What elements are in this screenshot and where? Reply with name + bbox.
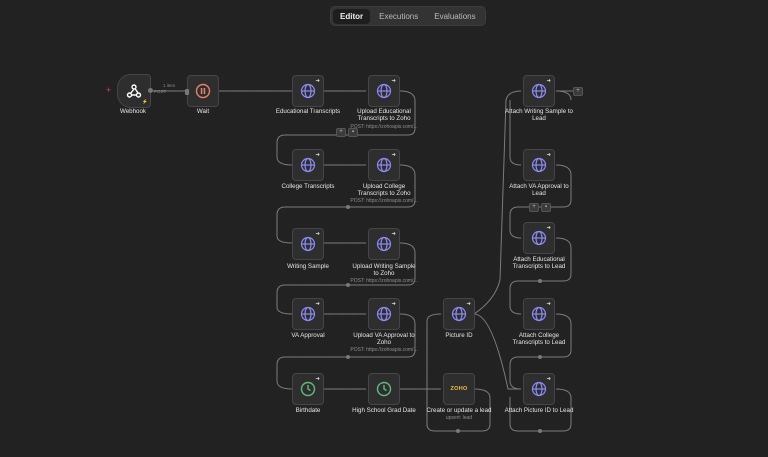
node-upload-va-sub: POST: https://zohoapis.com/... bbox=[350, 347, 418, 353]
globe-icon bbox=[376, 306, 392, 322]
node-va-approval-label: VA Approval bbox=[291, 332, 325, 339]
node-attach-va-label: Attach VA Approval to Lead bbox=[509, 183, 569, 198]
bolt-icon bbox=[315, 79, 320, 82]
bolt-icon bbox=[391, 232, 396, 235]
globe-icon bbox=[376, 83, 392, 99]
bolt-icon bbox=[391, 153, 396, 156]
bolt-icon bbox=[315, 302, 320, 305]
globe-icon bbox=[451, 306, 467, 322]
node-wait-label: Wait bbox=[196, 108, 210, 115]
clock-icon bbox=[376, 381, 392, 397]
node-va-approval[interactable] bbox=[292, 298, 324, 330]
node-high-school-grad-date[interactable] bbox=[368, 373, 400, 405]
bolt-icon bbox=[546, 302, 551, 305]
edge-item-count: 1 item bbox=[163, 83, 176, 88]
node-upload-educational-label: Upload Educational Transcripts to Zoho bbox=[357, 108, 411, 123]
bolt-icon bbox=[391, 302, 396, 305]
node-webhook-label: Webhook bbox=[119, 108, 147, 115]
node-educational-transcripts[interactable] bbox=[292, 75, 324, 107]
globe-icon bbox=[300, 236, 316, 252]
node-attach-writing-sample[interactable] bbox=[523, 75, 555, 107]
globe-icon bbox=[531, 83, 547, 99]
bolt-icon bbox=[315, 377, 320, 380]
node-upload-college-sub: POST: https://zohoapis.com/... bbox=[350, 198, 418, 204]
node-upload-writing[interactable] bbox=[368, 228, 400, 260]
add-node-plus-icon[interactable]: + bbox=[573, 87, 583, 96]
node-birthdate[interactable] bbox=[292, 373, 324, 405]
edge-method: POST bbox=[154, 89, 167, 94]
node-upload-educational[interactable] bbox=[368, 75, 400, 107]
delete-connection-icon[interactable]: ▪ bbox=[541, 203, 551, 212]
node-upload-writing-label: Upload Writing Sample to Zoho bbox=[352, 263, 416, 278]
globe-icon bbox=[531, 230, 547, 246]
globe-icon bbox=[300, 157, 316, 173]
connection-dot[interactable] bbox=[538, 429, 542, 433]
bolt-icon bbox=[315, 232, 320, 235]
webhook-icon bbox=[126, 84, 142, 98]
connection-dot[interactable] bbox=[346, 205, 350, 209]
bolt-icon bbox=[546, 377, 551, 380]
node-attach-educational-label: Attach Educational Transcripts to Lead bbox=[512, 256, 566, 271]
connection-dot[interactable] bbox=[346, 283, 350, 287]
node-writing-sample-label: Writing Sample bbox=[287, 263, 329, 270]
node-upload-writing-sub: POST: https://zohoapis.com/... bbox=[350, 278, 418, 284]
zoho-logo-icon: ZOHO bbox=[450, 386, 468, 392]
node-attach-picture-id[interactable] bbox=[523, 373, 555, 405]
bolt-icon bbox=[546, 153, 551, 156]
node-birthdate-label: Birthdate bbox=[295, 407, 321, 414]
globe-icon bbox=[376, 236, 392, 252]
wire-picture-attach-writing bbox=[473, 90, 522, 315]
node-create-update-lead[interactable]: ZOHO bbox=[443, 373, 475, 405]
node-educational-transcripts-label: Educational Transcripts bbox=[275, 108, 341, 115]
node-picture-id-label: Picture ID bbox=[445, 332, 473, 339]
clock-icon bbox=[300, 381, 316, 397]
node-upload-va-label: Upload VA Approval to Zoho bbox=[353, 332, 415, 347]
add-node-plus-icon[interactable]: + bbox=[529, 203, 539, 212]
node-attach-college-label: Attach College Transcripts to Lead bbox=[512, 332, 566, 347]
node-college-transcripts[interactable] bbox=[292, 149, 324, 181]
globe-icon bbox=[300, 306, 316, 322]
bolt-icon bbox=[315, 153, 320, 156]
node-wait[interactable] bbox=[185, 75, 219, 107]
webhook-badge-icon: ⚡ bbox=[142, 99, 148, 104]
node-attach-va-approval[interactable] bbox=[523, 149, 555, 181]
node-create-lead-sub: upsert: lead bbox=[445, 415, 473, 421]
node-upload-college[interactable] bbox=[368, 149, 400, 181]
connection-dot[interactable] bbox=[538, 355, 542, 359]
globe-icon bbox=[376, 157, 392, 173]
node-attach-writing-label: Attach Writing Sample to Lead bbox=[505, 108, 573, 123]
wire-picture-attach-picture bbox=[473, 313, 521, 390]
node-college-transcripts-label: College Transcripts bbox=[281, 183, 335, 190]
globe-icon bbox=[300, 83, 316, 99]
node-attach-picture-label: Attach Picture ID to Lead bbox=[504, 407, 574, 414]
node-attach-educational[interactable] bbox=[523, 222, 555, 254]
globe-icon bbox=[531, 157, 547, 173]
bolt-icon bbox=[546, 79, 551, 82]
add-node-plus-icon[interactable]: + bbox=[336, 128, 346, 137]
pause-icon bbox=[195, 83, 211, 99]
wire-writing-attach-va bbox=[555, 90, 572, 101]
connection-dot[interactable] bbox=[456, 429, 460, 433]
node-attach-college[interactable] bbox=[523, 298, 555, 330]
bolt-icon bbox=[466, 302, 471, 305]
bolt-icon bbox=[391, 79, 396, 82]
node-writing-sample[interactable] bbox=[292, 228, 324, 260]
add-trigger-plus-icon[interactable]: + bbox=[106, 86, 111, 95]
node-upload-va[interactable] bbox=[368, 298, 400, 330]
webhook-output-handle[interactable] bbox=[148, 88, 153, 93]
globe-icon bbox=[531, 381, 547, 397]
connection-dot[interactable] bbox=[346, 355, 350, 359]
node-create-lead-label: Create or update a lead bbox=[426, 407, 492, 414]
globe-icon bbox=[531, 306, 547, 322]
node-upload-college-label: Upload College Transcripts to Zoho bbox=[357, 183, 411, 198]
node-webhook[interactable]: ⚡ bbox=[117, 74, 153, 108]
node-high-school-label: High School Grad Date bbox=[352, 407, 416, 414]
connection-dot[interactable] bbox=[538, 279, 542, 283]
bolt-icon bbox=[546, 226, 551, 229]
delete-connection-icon[interactable]: ▪ bbox=[348, 128, 358, 137]
node-picture-id[interactable] bbox=[443, 298, 475, 330]
